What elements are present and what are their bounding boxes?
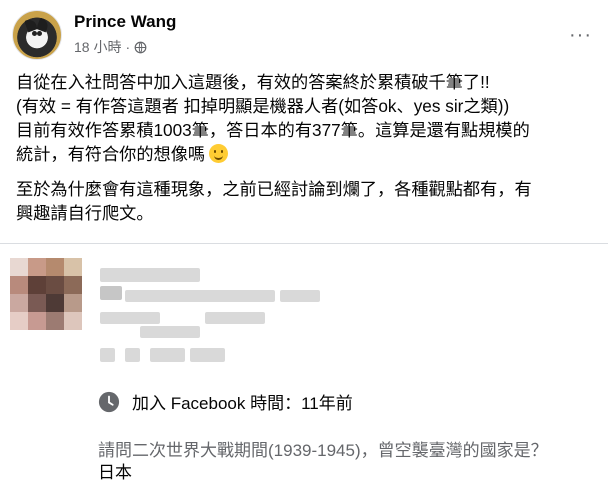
redacted-text [205, 312, 265, 324]
section-divider [0, 243, 608, 244]
redacted-text [100, 312, 160, 324]
redacted-text [100, 348, 115, 362]
post-text-line: 自從在入社問答中加入這題後，有效的答案終於累積破千筆了!! [16, 72, 490, 92]
post-text-line: (有效 = 有作答這題者 扣掉明顯是機器人者(如答ok、yes sir之類)) [16, 96, 510, 116]
membership-question: 請問二次世界大戰期間(1939-1945)，曾空襲臺灣的國家是？ [98, 441, 548, 460]
redacted-text [100, 286, 122, 300]
redacted-avatar [10, 258, 82, 330]
post-header: Prince Wang 18 小時 · ··· [12, 10, 596, 60]
post-text-line: 統計，有符合你的想像嗎 [16, 142, 602, 166]
clock-icon [98, 391, 120, 412]
smile-emoji-icon [209, 144, 229, 163]
post-body: 自從在入社問答中加入這題後，有效的答案終於累積破千筆了!! (有效 = 有作答這… [16, 70, 602, 225]
author-name[interactable]: Prince Wang [74, 12, 176, 32]
post-timestamp[interactable]: 18 小時 [74, 37, 121, 57]
join-info-text: 加入 Facebook 時間：11年前 [132, 394, 353, 413]
redacted-text [280, 290, 320, 302]
post-text-line: 目前有效作答累積1003筆，答日本的有377筆。這算是還有點規模的 [16, 120, 530, 140]
join-info-row: 加入 Facebook 時間：11年前 [98, 389, 353, 414]
more-options-icon[interactable]: ··· [569, 24, 592, 47]
redacted-text [150, 348, 185, 362]
meta-separator: · [125, 39, 131, 55]
redacted-text [125, 348, 140, 362]
post-meta: 18 小時 · [74, 37, 147, 57]
globe-icon[interactable] [134, 41, 147, 54]
author-avatar[interactable] [12, 10, 62, 60]
membership-answer: 請問二次世界大戰期間(1939-1945)，曾空襲臺灣的國家是？ 日本 [98, 440, 604, 484]
redacted-text [140, 326, 200, 338]
membership-answer-text: 日本 [98, 463, 132, 482]
post-text-line: 興趣請自行爬文。 [16, 203, 154, 223]
post-text-segment: 統計，有符合你的想像嗎 [16, 144, 206, 164]
redacted-name [100, 268, 200, 282]
redacted-text [125, 290, 275, 302]
redacted-text [190, 348, 225, 362]
post-text-line: 至於為什麼會有這種現象，之前已經討論到爛了，各種觀點都有，有 [16, 179, 532, 199]
